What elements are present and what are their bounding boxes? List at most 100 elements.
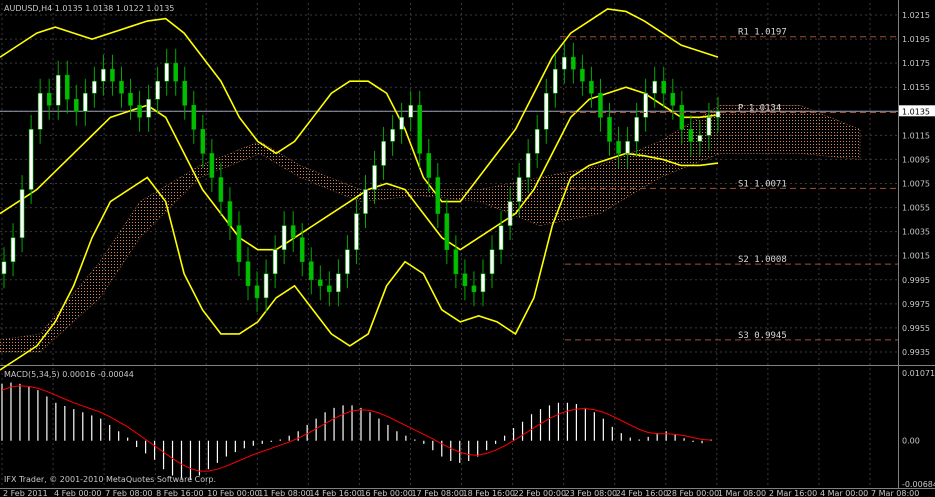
- candle-body: [173, 62, 179, 82]
- time-tick-label: 1 Mar 08:00: [718, 489, 766, 497]
- candle-body: [471, 285, 477, 293]
- candle-body: [697, 135, 703, 142]
- candle-body: [580, 68, 585, 82]
- candle-body: [55, 74, 61, 106]
- price-tick-label: 1.0155: [902, 83, 930, 92]
- macd-label: MACD(5,34,5) 0.00016 -0.00044: [4, 370, 134, 379]
- candle-body: [254, 285, 260, 299]
- candle-body: [562, 56, 567, 70]
- price-tick-label: 1.0215: [902, 11, 930, 20]
- current-price-label: 1.0135: [902, 107, 930, 116]
- time-tick-label: 7 Mar 08:00: [871, 489, 919, 497]
- price-tick-label: 0.9975: [902, 300, 930, 309]
- candle-body: [245, 261, 251, 287]
- time-tick-label: 16 Feb 00:00: [360, 489, 412, 497]
- pivot-label-s2: S2 1.0008: [738, 255, 787, 265]
- ichimoku-cloud: [0, 104, 861, 353]
- candle-body: [209, 153, 215, 178]
- candle-body: [290, 225, 296, 238]
- candle-body: [354, 213, 359, 250]
- candle-body: [46, 92, 52, 106]
- candle-body: [516, 177, 522, 202]
- candle-body: [345, 249, 350, 275]
- candle-body: [381, 141, 386, 166]
- candle-body: [661, 80, 667, 94]
- price-tick-label: 1.0175: [902, 59, 930, 68]
- candle-body: [706, 117, 712, 136]
- candle-body: [236, 225, 242, 263]
- price-tick-label: 1.0015: [902, 252, 930, 261]
- price-tick-label: 1.0195: [902, 35, 930, 44]
- macd-signal-line: [1, 385, 712, 472]
- time-tick-label: 8 Feb 16:00: [156, 489, 203, 497]
- candle-body: [534, 129, 540, 154]
- candle-body: [263, 273, 269, 299]
- candle-body: [1, 261, 7, 275]
- time-tick-label: 7 Feb 08:00: [105, 489, 152, 497]
- candle-body: [372, 165, 377, 190]
- cloud-area: [0, 104, 861, 353]
- pivot-label-r1: R1 1.0197: [738, 28, 787, 38]
- candle-body: [616, 141, 621, 154]
- pivot-label-p: P 1.0134: [738, 104, 781, 114]
- candle-body: [327, 285, 332, 293]
- time-tick-label: 10 Feb 00:00: [207, 489, 259, 497]
- candle-body: [28, 129, 34, 190]
- chart-title: AUDUSD,H4 1.0135 1.0138 1.0122 1.0135: [4, 4, 174, 13]
- copyright-footer: IFX Trader, © 2001-2010 MetaQuotes Softw…: [4, 475, 216, 484]
- candle-body: [543, 92, 549, 130]
- time-tick-label: 11 Feb 08:00: [258, 489, 310, 497]
- candle-body: [83, 92, 88, 112]
- candle-body: [155, 80, 160, 100]
- time-tick-label: 22 Feb 00:00: [514, 489, 566, 497]
- candle-body: [92, 80, 97, 94]
- candle-body: [426, 153, 432, 178]
- candle-body: [507, 201, 513, 226]
- time-tick-label: 28 Feb 00:00: [667, 489, 719, 497]
- candle-body: [101, 68, 106, 82]
- pivot-label-s1: S1 1.0071: [738, 179, 787, 189]
- candle-body: [589, 80, 594, 94]
- candle-body: [200, 129, 206, 154]
- candle-body: [227, 201, 233, 226]
- pivot-label-s3: S3 0.9945: [738, 331, 787, 341]
- price-tick-label: 1.0075: [902, 180, 930, 189]
- time-tick-label: 4 Mar 00:00: [820, 489, 868, 497]
- candle-body: [408, 104, 413, 118]
- candle-body: [417, 104, 423, 154]
- candle-body: [318, 279, 323, 287]
- candle-body: [281, 225, 287, 250]
- candle-body: [218, 177, 224, 202]
- candle-body: [489, 249, 495, 275]
- candle-body: [444, 213, 450, 250]
- time-tick-label: 2 Mar 16:00: [769, 489, 817, 497]
- time-tick-label: 2 Feb 2011: [3, 489, 48, 497]
- candle-body: [552, 68, 558, 94]
- candle-body: [74, 98, 79, 112]
- candle-body: [525, 153, 531, 178]
- candle-body: [164, 62, 169, 82]
- candle-body: [652, 80, 658, 94]
- candle-body: [37, 92, 43, 130]
- candle-body: [679, 104, 685, 130]
- candle-body: [272, 249, 278, 275]
- candle-body: [119, 80, 124, 94]
- candle-body: [571, 56, 576, 70]
- candle-body: [128, 92, 133, 106]
- candle-body: [453, 249, 459, 275]
- candle-body: [110, 68, 115, 82]
- candle-body: [435, 177, 441, 214]
- candle-body: [308, 261, 314, 281]
- candle-body: [607, 117, 612, 142]
- price-tick-label: 0.9995: [902, 276, 930, 285]
- candle-body: [399, 117, 404, 130]
- candle-body: [625, 141, 630, 154]
- candle-body: [480, 273, 486, 293]
- candle-body: [64, 74, 70, 100]
- candle-body: [299, 237, 305, 263]
- candle-body: [634, 117, 639, 142]
- price-tick-label: 1.0095: [902, 155, 930, 164]
- macd-tick-label: -0.00684: [902, 480, 935, 489]
- macd-panel: [1, 382, 712, 480]
- candle-body: [19, 189, 25, 238]
